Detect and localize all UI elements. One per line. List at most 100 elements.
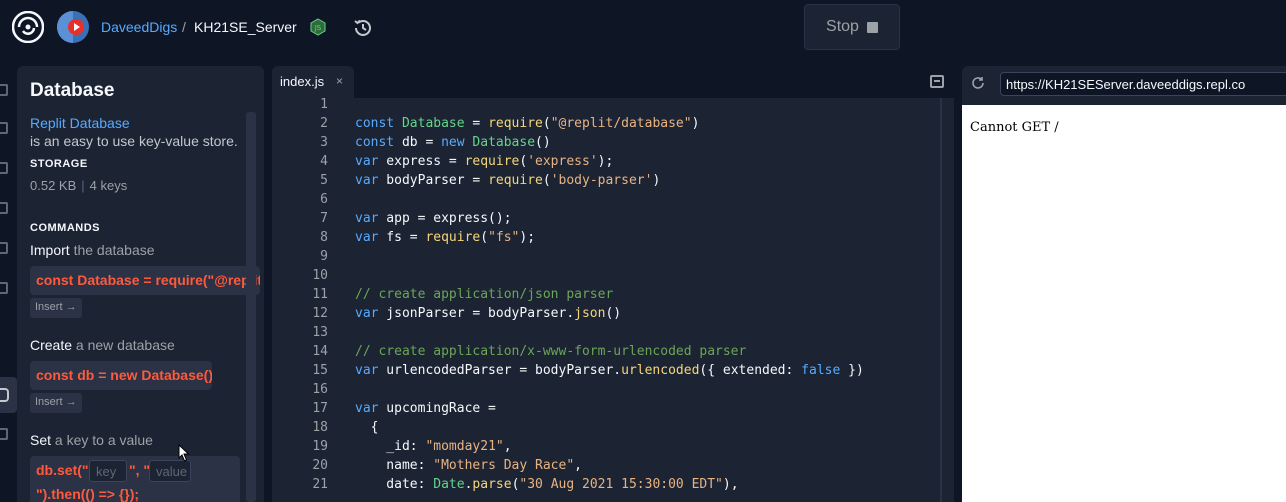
command-create-heading: Create a new database xyxy=(30,337,175,353)
database-icon xyxy=(0,388,9,402)
stop-square-icon xyxy=(866,21,878,33)
line-number: 8 xyxy=(320,230,328,245)
editor-menu-icon[interactable] xyxy=(930,75,944,88)
replit-database-link[interactable]: Replit Database xyxy=(30,115,130,131)
settings-icon[interactable] xyxy=(0,282,8,294)
webview-page[interactable]: Cannot GET / xyxy=(962,105,1286,502)
command-desc: a key to a value xyxy=(51,432,153,448)
line-number: 12 xyxy=(312,306,328,321)
command-verb: Import xyxy=(30,242,70,258)
panel-title: Database xyxy=(30,80,115,101)
line-number: 9 xyxy=(320,249,328,264)
line-source: var app = express(); xyxy=(355,211,512,226)
line-number: 3 xyxy=(320,135,328,150)
editor-tab-bar: index.js × xyxy=(272,66,954,98)
line-number: 4 xyxy=(320,154,328,169)
command-desc: a new database xyxy=(72,337,175,353)
line-number: 7 xyxy=(320,211,328,226)
tab-label: index.js xyxy=(280,74,325,89)
breadcrumb-repl-name[interactable]: KH21SE_Server xyxy=(194,19,297,35)
editor-scrollbar[interactable] xyxy=(940,98,942,502)
storage-label: STORAGE xyxy=(30,158,88,170)
files-icon[interactable] xyxy=(0,84,8,96)
line-number: 10 xyxy=(312,268,328,283)
database-panel: Database Replit Database is an easy to u… xyxy=(17,66,264,502)
create-code-snippet[interactable]: const db = new Database() xyxy=(30,361,212,390)
line-source: date: Date.parse("30 Aug 2021 15:30:00 E… xyxy=(355,477,739,492)
line-number: 19 xyxy=(312,439,328,454)
command-verb: Set xyxy=(30,432,52,448)
import-code-snippet[interactable]: const Database = require("@replit/databa… xyxy=(30,266,260,295)
line-source: const Database = require("@replit/databa… xyxy=(355,116,700,131)
insert-create-button[interactable]: Insert → xyxy=(30,393,82,413)
line-number: 6 xyxy=(320,192,328,207)
refresh-icon[interactable] xyxy=(971,76,985,90)
line-number: 17 xyxy=(312,401,328,416)
line-source: // create application/json parser xyxy=(355,287,614,302)
secrets-icon[interactable] xyxy=(0,242,8,254)
storage-keys: 4 keys xyxy=(89,178,128,193)
line-number: 15 xyxy=(312,363,328,378)
panel-scrollbar[interactable] xyxy=(246,112,256,502)
line-number: 16 xyxy=(312,382,328,397)
line-source: var express = require('express'); xyxy=(355,154,614,169)
breadcrumb-separator: / xyxy=(182,19,186,35)
line-source: var bodyParser = require('body-parser') xyxy=(355,173,661,188)
nodejs-icon: JS xyxy=(310,18,326,36)
commands-label: COMMANDS xyxy=(30,222,100,234)
sidebar-rail xyxy=(0,66,17,502)
command-desc: the database xyxy=(69,242,155,258)
mouse-cursor-icon xyxy=(178,444,190,462)
line-number: 18 xyxy=(312,420,328,435)
user-avatar[interactable] xyxy=(57,11,89,43)
line-source: var jsonParser = bodyParser.json() xyxy=(355,306,622,321)
line-number: 5 xyxy=(320,173,328,188)
line-number: 11 xyxy=(312,287,328,302)
close-tab-icon[interactable]: × xyxy=(336,74,343,88)
webview-panel: Cannot GET / xyxy=(962,66,1286,502)
line-source: const db = new Database() xyxy=(355,135,551,150)
set-code-snippet[interactable]: db.set(" key ", " value ").then(() => {}… xyxy=(30,456,240,502)
version-control-icon[interactable] xyxy=(0,122,8,134)
line-number: 1 xyxy=(320,97,328,112)
code-area[interactable]: 1 2 const Database = require("@replit/data… xyxy=(272,97,942,502)
storage-size: 0.52 KB xyxy=(30,178,77,193)
line-source: name: "Mothers Day Race", xyxy=(355,458,582,473)
command-import-heading: Import the database xyxy=(30,242,155,258)
set-code-middle: ", " xyxy=(129,462,151,478)
url-input[interactable] xyxy=(1000,72,1286,96)
stop-button[interactable]: Stop xyxy=(804,4,900,50)
line-source: _id: "momday21", xyxy=(355,439,512,454)
panel-description: is an easy to use key-value store. xyxy=(30,133,238,149)
tab-index-js[interactable]: index.js × xyxy=(272,66,354,98)
replit-logo-icon[interactable] xyxy=(12,11,44,43)
top-bar: DaveedDigs / KH21SE_Server JS Stop xyxy=(0,0,1286,54)
line-source: // create application/x-www-form-urlenco… xyxy=(355,344,747,359)
page-body-text: Cannot GET / xyxy=(970,120,1059,135)
play-logo-icon xyxy=(68,19,84,35)
storage-stats: 0.52 KB | 4 keys xyxy=(30,178,127,193)
svg-text:JS: JS xyxy=(314,24,322,32)
stop-label: Stop xyxy=(826,18,859,35)
key-input[interactable]: key xyxy=(89,460,127,482)
packages-icon[interactable] xyxy=(0,202,8,214)
set-code-prefix: db.set(" xyxy=(36,462,89,478)
unit-tests-icon[interactable] xyxy=(0,428,8,440)
line-source: var urlencodedParser = bodyParser.urlenc… xyxy=(355,363,864,378)
breadcrumb-user[interactable]: DaveedDigs xyxy=(101,19,177,35)
insert-import-button[interactable]: Insert → xyxy=(30,298,82,318)
line-number: 20 xyxy=(312,458,328,473)
line-number: 13 xyxy=(312,325,328,340)
code-editor: index.js × 1 2 const Database = require("@… xyxy=(272,66,954,502)
command-set-heading: Set a key to a value xyxy=(30,432,153,448)
line-number: 2 xyxy=(320,116,328,131)
set-code-suffix: ").then(() => {}); xyxy=(36,486,140,502)
command-verb: Create xyxy=(30,337,73,353)
value-input[interactable]: value xyxy=(149,460,191,482)
line-source: var fs = require("fs"); xyxy=(355,230,536,245)
debugger-icon[interactable] xyxy=(0,162,8,174)
line-source: var upcomingRace = xyxy=(355,401,496,416)
history-icon[interactable] xyxy=(352,17,374,39)
line-number: 14 xyxy=(312,344,328,359)
line-number: 21 xyxy=(312,477,328,492)
